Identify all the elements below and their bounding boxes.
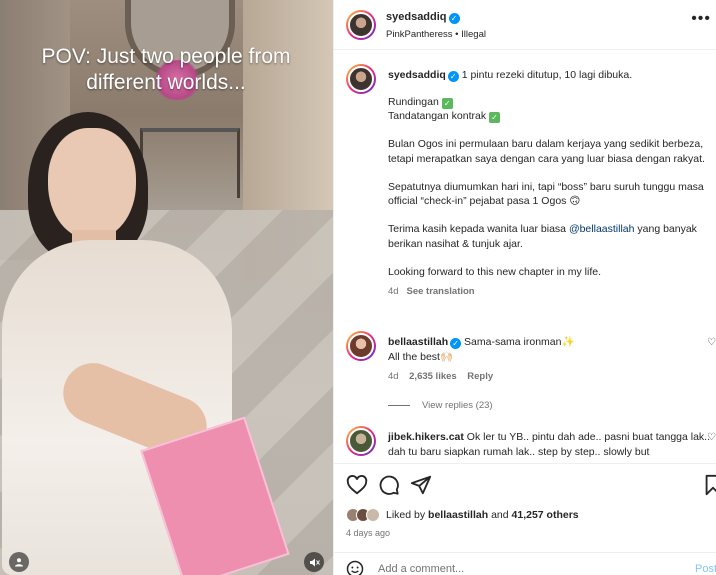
verified-badge-icon: ✓ bbox=[448, 13, 460, 24]
person-face bbox=[48, 128, 136, 240]
emoji-icon[interactable] bbox=[346, 560, 364, 575]
caption-meta: 4d See translation bbox=[388, 285, 708, 300]
comment-username[interactable]: jibek.hikers.cat bbox=[388, 431, 464, 443]
user-tag-icon[interactable] bbox=[9, 552, 29, 572]
comment-likes[interactable]: 2,635 likes bbox=[409, 371, 457, 382]
avatar[interactable] bbox=[346, 331, 376, 361]
avatar[interactable] bbox=[346, 64, 376, 94]
caption-first-line: 1 pintu rezeki ditutup, 10 lagi dibuka. bbox=[461, 69, 633, 81]
liked-by-prefix: Liked by bbox=[386, 509, 426, 521]
liker-avatar bbox=[366, 508, 380, 522]
share-icon[interactable] bbox=[410, 474, 432, 496]
caption-para2: Sepatutnya diumumkan hari ini, tapi “bos… bbox=[388, 180, 704, 208]
comment-body: jibek.hikers.cat Ok ler tu YB.. pintu da… bbox=[388, 430, 710, 459]
avatar[interactable] bbox=[346, 426, 376, 456]
heart-icon[interactable] bbox=[346, 474, 368, 496]
mention-link[interactable]: @bellaastillah bbox=[569, 223, 635, 235]
caption-para3-pre: Terima kasih kepada wanita luar biasa bbox=[388, 223, 567, 235]
audio-track[interactable]: PinkPantheress • Illegal bbox=[386, 29, 486, 40]
liked-by-and: and bbox=[491, 509, 509, 521]
comment-username[interactable]: bellaastillah bbox=[388, 336, 448, 348]
verified-badge-icon: ✓ bbox=[450, 338, 462, 349]
liked-by-text: Liked by bellaastillah and 41,257 others bbox=[386, 509, 579, 521]
background-console bbox=[140, 128, 240, 198]
comment-like-heart-icon[interactable]: ♡ bbox=[707, 432, 716, 443]
caption-para1: Bulan Ogos ini permulaan baru dalam kerj… bbox=[388, 138, 705, 165]
reel-video[interactable]: POV: Just two people from different worl… bbox=[0, 0, 333, 575]
view-replies-label: View replies (23) bbox=[422, 400, 493, 411]
post-button[interactable]: Post bbox=[695, 563, 716, 575]
comments-scroll[interactable]: syedsaddiq ✓ 1 pintu rezeki ditutup, 10 l… bbox=[334, 51, 716, 463]
add-comment-bar: Add a comment... Post bbox=[334, 552, 716, 575]
comment-icon[interactable] bbox=[378, 474, 400, 496]
likes-count[interactable]: 41,257 others bbox=[512, 509, 579, 521]
caption-tandatangan: Tandatangan kontrak bbox=[388, 110, 487, 122]
see-translation-link[interactable]: See translation bbox=[407, 286, 475, 297]
video-overlay-text: POV: Just two people from different worl… bbox=[41, 45, 291, 94]
mute-icon[interactable] bbox=[304, 552, 324, 572]
bookmark-icon[interactable] bbox=[702, 474, 716, 496]
comment-text: Sama-sama ironman✨ bbox=[464, 336, 575, 348]
comment-time: 4d bbox=[388, 371, 399, 382]
reply-button[interactable]: Reply bbox=[467, 371, 493, 382]
divider bbox=[388, 405, 410, 406]
post-date[interactable]: 4 days ago bbox=[346, 528, 390, 538]
likes-summary: Liked by bellaastillah and 41,257 others bbox=[346, 508, 579, 522]
post-panel: syedsaddiq ✓ PinkPantheress • Illegal •••… bbox=[333, 0, 716, 575]
check-icon: ✓ bbox=[441, 97, 453, 109]
comment-meta: 4d 2,635 likes Reply bbox=[388, 370, 710, 385]
caption-username[interactable]: syedsaddiq bbox=[388, 69, 446, 81]
avatar[interactable] bbox=[346, 10, 376, 40]
comment-text-line2: All the best🙌🏻 bbox=[388, 350, 454, 363]
header-username[interactable]: syedsaddiq ✓ bbox=[386, 11, 460, 24]
view-replies-button[interactable]: View replies (23) bbox=[388, 400, 493, 411]
caption-time: 4d bbox=[388, 286, 399, 297]
check-icon: ✓ bbox=[489, 112, 500, 123]
caption-para4: Looking forward to this new chapter in m… bbox=[388, 265, 602, 278]
post-header: syedsaddiq ✓ PinkPantheress • Illegal ••• bbox=[334, 0, 716, 50]
comment-body: bellaastillah ✓ Sama-sama ironman✨ All th… bbox=[388, 335, 710, 385]
more-icon[interactable]: ••• bbox=[691, 10, 711, 28]
comment-like-heart-icon[interactable]: ♡ bbox=[707, 337, 716, 348]
comment-input[interactable]: Add a comment... bbox=[378, 563, 464, 575]
action-bar: Liked by bellaastillah and 41,257 others… bbox=[334, 463, 716, 543]
caption-rundingan: Rundingan bbox=[388, 95, 439, 108]
verified-badge-icon: ✓ bbox=[447, 71, 459, 82]
caption-body: syedsaddiq ✓ 1 pintu rezeki ditutup, 10 l… bbox=[388, 68, 708, 300]
liked-by-user[interactable]: bellaastillah bbox=[428, 509, 488, 521]
